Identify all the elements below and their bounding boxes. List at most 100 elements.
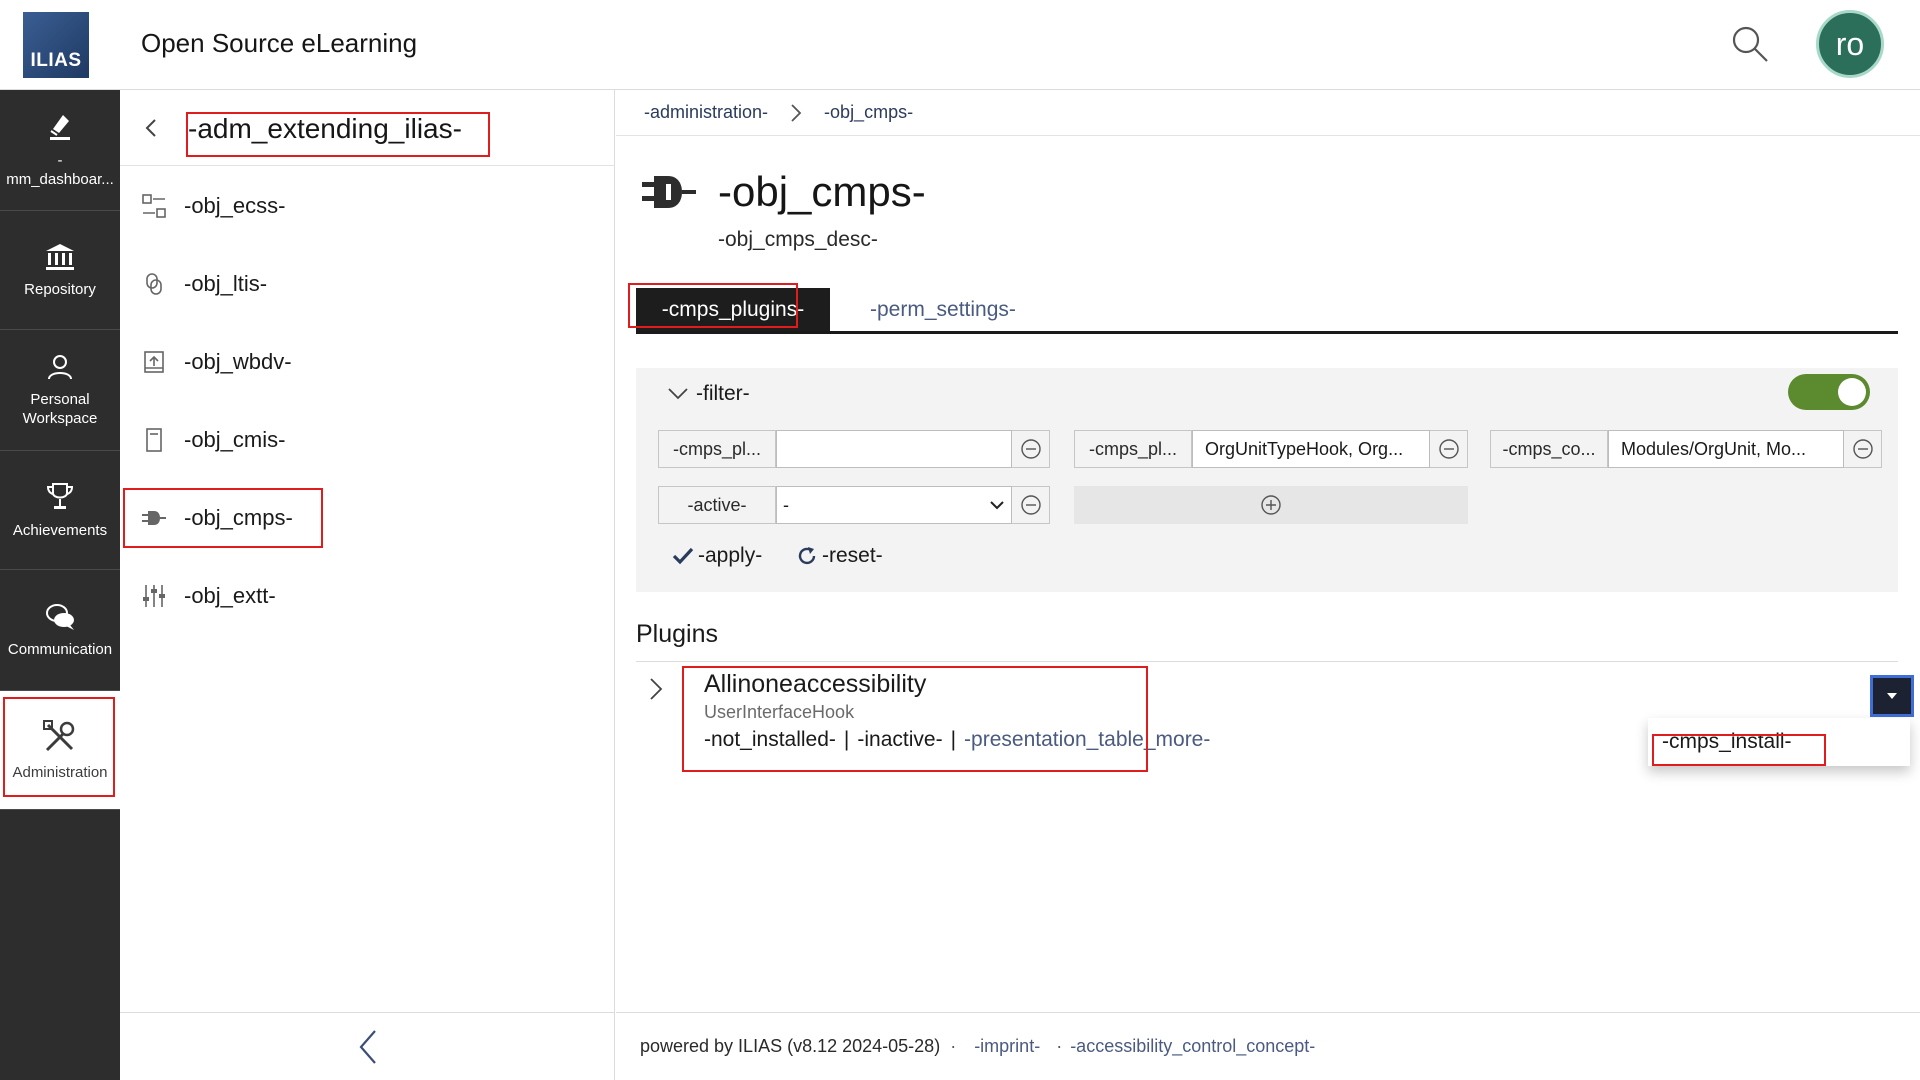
mainbar-item-communication[interactable]: Communication (0, 570, 120, 691)
mainbar-item-administration[interactable]: Administration (0, 691, 120, 810)
slate-item-wbdv[interactable]: -obj_wbdv- (120, 332, 615, 392)
filter-field-label: -cmps_pl... (1074, 430, 1192, 468)
slate-header: -adm_extending_ilias- (120, 90, 615, 166)
filter-label: -filter- (696, 382, 750, 405)
ecs-icon (134, 192, 174, 220)
page-description: -obj_cmps_desc- (718, 228, 878, 251)
remove-circle-icon[interactable] (1012, 486, 1050, 524)
active-select[interactable]: - (776, 486, 1012, 524)
mainbar-label: Repository (24, 280, 96, 298)
presentation-table-more-link[interactable]: -presentation_table_more- (964, 728, 1210, 752)
breadcrumb-item-administration[interactable]: -administration- (644, 102, 768, 123)
slate-panel: -adm_extending_ilias- -obj_ecss- -obj_lt… (120, 90, 615, 1080)
accessibility-link[interactable]: -accessibility_control_concept- (1070, 1036, 1315, 1057)
bank-icon (46, 243, 74, 270)
add-filter-button[interactable] (1074, 486, 1468, 524)
section-divider (636, 661, 1898, 662)
footer-dot: · (1056, 1036, 1063, 1056)
add-circle-icon (1261, 495, 1281, 515)
filter-panel: -filter- -cmps_pl... -cmps_pl... OrgUnit… (636, 368, 1898, 592)
footer: powered by ILIAS (v8.12 2024-05-28) · -i… (616, 1012, 1920, 1080)
actions-dropdown-button[interactable] (1870, 675, 1914, 717)
slate-item-cmps[interactable]: -obj_cmps- (120, 488, 615, 548)
site-title: Open Source eLearning (141, 28, 418, 58)
slate-item-extt[interactable]: -obj_extt- (120, 566, 615, 626)
user-icon (48, 355, 72, 380)
chevron-right-icon (790, 103, 802, 123)
tab-perm-settings[interactable]: -perm_settings- (870, 288, 1016, 331)
plugin-subtitle: UserInterfaceHook (704, 702, 855, 722)
slate-item-label: -obj_extt- (184, 583, 276, 608)
filter-field-active: -active- - (658, 486, 1050, 524)
apply-button[interactable]: -apply- (672, 544, 762, 568)
breadcrumb-item-cmps[interactable]: -obj_cmps- (824, 102, 913, 123)
plugin-status-installed: -not_installed- (704, 728, 836, 751)
logo-text: ILIAS (30, 50, 82, 71)
slate-item-ltis[interactable]: -obj_ltis- (120, 254, 615, 314)
plug-icon (640, 172, 700, 217)
reset-button[interactable]: -reset- (796, 544, 883, 568)
tab-bar: -cmps_plugins- -perm_settings- (636, 288, 1898, 334)
chevron-down-icon (990, 501, 1004, 510)
top-header: ILIAS Open Source eLearning ro (0, 0, 1920, 90)
slate-item-ecss[interactable]: -obj_ecss- (120, 176, 615, 236)
filter-toggle-header[interactable]: -filter- (666, 382, 750, 406)
slate-item-label: -obj_ecss- (184, 193, 286, 218)
slate-collapse-button[interactable] (120, 1012, 615, 1080)
remove-circle-icon[interactable] (1430, 430, 1468, 468)
mainbar-item-achievements[interactable]: Achievements (0, 451, 120, 570)
caret-down-icon (1887, 693, 1897, 699)
trophy-icon (46, 482, 74, 509)
back-chevron-icon[interactable] (140, 116, 164, 140)
mainbar-label: Achievements (12, 521, 108, 539)
filter-field-label: -active- (658, 486, 776, 524)
tab-cmps-plugins[interactable]: -cmps_plugins- (636, 288, 830, 331)
chat-icon (46, 603, 74, 630)
main-content: -administration- -obj_cmps- -obj_cmps- -… (616, 90, 1920, 1012)
mainbar-label: - mm_dashboar... (6, 152, 114, 188)
filter-activation-toggle[interactable] (1788, 374, 1870, 410)
plugin-title: Allinoneaccessibility (704, 670, 927, 698)
slate-item-cmis[interactable]: -obj_cmis- (120, 410, 615, 470)
page-title: -obj_cmps- (718, 168, 926, 215)
filter-field-label: -cmps_pl... (658, 430, 776, 468)
chevron-down-icon (668, 388, 688, 400)
mainbar-item-repository[interactable]: Repository (0, 211, 120, 330)
document-icon (134, 426, 174, 454)
filter-field-label: -cmps_co... (1490, 430, 1608, 468)
user-avatar[interactable]: ro (1816, 10, 1884, 78)
plug-icon (134, 508, 174, 528)
slate-title: -adm_extending_ilias- (188, 113, 462, 144)
mainbar: - mm_dashboar... Repository Personal Wor… (0, 90, 120, 1080)
ilias-logo[interactable]: ILIAS (23, 12, 89, 78)
filter-field-plugin-slot: -cmps_pl... OrgUnitTypeHook, Org... (1074, 430, 1468, 468)
section-title-plugins: Plugins (636, 620, 718, 648)
separator: | (843, 728, 850, 751)
mainbar-item-dashboard[interactable]: - mm_dashboar... (0, 90, 120, 211)
separator: | (950, 728, 957, 751)
search-icon[interactable] (1730, 24, 1774, 68)
remove-circle-icon[interactable] (1844, 430, 1882, 468)
apply-label: -apply- (698, 544, 763, 567)
footer-dot: · (950, 1036, 957, 1056)
expand-row-chevron-icon[interactable] (646, 676, 672, 702)
slate-item-label: -obj_ltis- (184, 271, 268, 296)
upload-icon (134, 348, 174, 376)
plugin-status-active: -inactive- (857, 728, 943, 751)
active-select-value: - (783, 494, 789, 515)
install-menu-item[interactable]: -cmps_install- (1662, 730, 1792, 754)
imprint-link[interactable]: -imprint- (974, 1036, 1040, 1057)
mainbar-label: Communication (7, 640, 113, 658)
remove-circle-icon[interactable] (1012, 430, 1050, 468)
plugin-name-input[interactable] (776, 430, 1012, 468)
plugin-slot-input[interactable]: OrgUnitTypeHook, Org... (1192, 430, 1430, 468)
plugin-properties: -not_installed- | -inactive- | -presenta… (704, 728, 1210, 752)
refresh-icon (798, 547, 816, 565)
mainbar-item-personal-workspace[interactable]: Personal Workspace (0, 330, 120, 451)
filter-field-component: -cmps_co... Modules/OrgUnit, Mo... (1490, 430, 1882, 468)
tools-icon (43, 719, 75, 751)
filter-field-plugin-name: -cmps_pl... (658, 430, 1050, 468)
dropdown-menu: -cmps_install- (1648, 718, 1910, 766)
component-input[interactable]: Modules/OrgUnit, Mo... (1608, 430, 1844, 468)
mainbar-label: Administration (12, 763, 108, 781)
